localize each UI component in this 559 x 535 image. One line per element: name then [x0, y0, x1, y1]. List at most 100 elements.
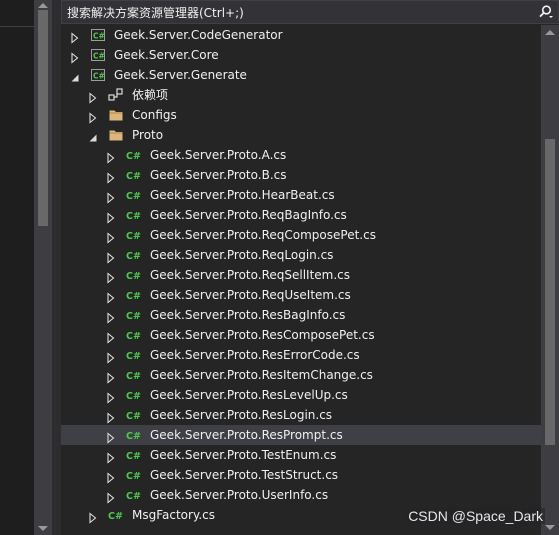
- tree-item[interactable]: C# Geek.Server.Proto.ResComposePet.cs: [61, 325, 541, 345]
- collapsed-arrow-icon[interactable]: [105, 489, 117, 504]
- csharp-file-icon: C#: [126, 387, 142, 403]
- tree-item[interactable]: C# Geek.Server.Proto.TestStruct.cs: [61, 465, 541, 485]
- tree-item[interactable]: C# Geek.Server.Proto.ResPrompt.cs: [61, 425, 541, 445]
- tree-item[interactable]: C# Geek.Server.Proto.HearBeat.cs: [61, 185, 541, 205]
- csharp-project-icon: C#: [90, 67, 106, 83]
- svg-text:C#: C#: [126, 271, 141, 282]
- collapsed-arrow-icon[interactable]: [105, 429, 117, 444]
- scroll-down-arrow-icon[interactable]: [545, 525, 555, 530]
- collapsed-arrow-icon[interactable]: [69, 49, 81, 64]
- svg-text:C#: C#: [126, 231, 141, 242]
- tree-item-label: 依赖项: [132, 88, 169, 102]
- tree-scrollbar[interactable]: [541, 25, 559, 535]
- folder-icon: [108, 107, 124, 123]
- tree-item[interactable]: C# Geek.Server.CodeGenerator: [61, 25, 541, 45]
- scroll-up-arrow-icon[interactable]: [545, 30, 555, 35]
- tree-item[interactable]: C# Geek.Server.Proto.ResItemChange.cs: [61, 365, 541, 385]
- tree-item-label: Proto: [132, 128, 164, 142]
- tree-item-label: Geek.Server.Core: [114, 48, 219, 62]
- scrollbar-thumb[interactable]: [545, 139, 555, 445]
- tree-item-label: Geek.Server.Proto.A.cs: [150, 148, 287, 162]
- csharp-project-icon: C#: [90, 27, 106, 43]
- search-icon[interactable]: [532, 1, 558, 23]
- collapsed-arrow-icon[interactable]: [105, 329, 117, 344]
- tree-item-label: MsgFactory.cs: [132, 508, 216, 522]
- collapsed-arrow-icon[interactable]: [105, 269, 117, 284]
- tree-item[interactable]: C# Geek.Server.Proto.ReqComposePet.cs: [61, 225, 541, 245]
- collapsed-arrow-icon[interactable]: [105, 189, 117, 204]
- tree-item[interactable]: C# Geek.Server.Proto.ResBagInfo.cs: [61, 305, 541, 325]
- svg-text:C#: C#: [126, 471, 141, 482]
- tree-item-label: Geek.Server.Proto.ResLogin.cs: [150, 408, 333, 422]
- collapsed-arrow-icon[interactable]: [105, 149, 117, 164]
- tree-item[interactable]: C# Geek.Server.Core: [61, 45, 541, 65]
- svg-text:C#: C#: [108, 511, 123, 522]
- collapsed-arrow-icon[interactable]: [105, 289, 117, 304]
- tree-item[interactable]: C# Geek.Server.Proto.UserInfo.cs: [61, 485, 541, 505]
- csharp-file-icon: C#: [126, 187, 142, 203]
- collapsed-arrow-icon[interactable]: [87, 509, 99, 524]
- csharp-file-icon: C#: [126, 167, 142, 183]
- csharp-file-icon: C#: [126, 487, 142, 503]
- collapsed-arrow-icon[interactable]: [105, 449, 117, 464]
- tree-item[interactable]: Configs: [61, 105, 541, 125]
- collapsed-arrow-icon[interactable]: [105, 409, 117, 424]
- tree-item[interactable]: C# Geek.Server.Proto.ResErrorCode.cs: [61, 345, 541, 365]
- collapsed-arrow-icon[interactable]: [105, 369, 117, 384]
- collapsed-arrow-icon[interactable]: [105, 389, 117, 404]
- collapsed-arrow-icon[interactable]: [105, 209, 117, 224]
- collapsed-arrow-icon[interactable]: [87, 89, 99, 104]
- tree-item-label: Geek.Server.Proto.ReqLogin.cs: [150, 248, 334, 262]
- collapsed-arrow-icon[interactable]: [105, 229, 117, 244]
- editor-scrollbar[interactable]: [34, 0, 52, 535]
- expanded-arrow-icon[interactable]: [87, 129, 99, 142]
- collapsed-arrow-icon[interactable]: [69, 29, 81, 44]
- csharp-file-icon: C#: [126, 327, 142, 343]
- csharp-file-icon: C#: [126, 247, 142, 263]
- svg-text:C#: C#: [126, 331, 141, 342]
- csharp-file-icon: C#: [126, 447, 142, 463]
- tree-item-label: Geek.Server.Proto.ResLevelUp.cs: [150, 388, 348, 402]
- svg-text:C#: C#: [126, 351, 141, 362]
- tree-item-label: Geek.Server.Proto.ResPrompt.cs: [150, 428, 343, 442]
- expanded-arrow-icon[interactable]: [69, 69, 81, 82]
- scroll-up-arrow-icon[interactable]: [38, 3, 48, 8]
- svg-text:C#: C#: [93, 32, 105, 41]
- collapsed-arrow-icon[interactable]: [87, 109, 99, 124]
- tree-item[interactable]: C# Geek.Server.Generate: [61, 65, 541, 85]
- tree-item[interactable]: C# Geek.Server.Proto.ResLevelUp.cs: [61, 385, 541, 405]
- tree-item-label: Geek.Server.Proto.TestEnum.cs: [150, 448, 337, 462]
- csharp-project-icon: C#: [90, 47, 106, 63]
- svg-text:C#: C#: [126, 291, 141, 302]
- tree-item[interactable]: C# Geek.Server.Proto.A.cs: [61, 145, 541, 165]
- csharp-file-icon: C#: [126, 467, 142, 483]
- tree-item[interactable]: C# Geek.Server.Proto.ReqBagInfo.cs: [61, 205, 541, 225]
- csharp-file-icon: C#: [126, 267, 142, 283]
- tree-item[interactable]: C# Geek.Server.Proto.ReqLogin.cs: [61, 245, 541, 265]
- tree-item[interactable]: C# Geek.Server.Proto.B.cs: [61, 165, 541, 185]
- collapsed-arrow-icon[interactable]: [105, 469, 117, 484]
- collapsed-arrow-icon[interactable]: [105, 249, 117, 264]
- scroll-down-arrow-icon[interactable]: [38, 526, 48, 531]
- tree-item-label: Geek.Server.Proto.HearBeat.cs: [150, 188, 335, 202]
- solution-tree: C# Geek.Server.CodeGenerator C# Geek.Server…: [61, 25, 541, 535]
- panel-splitter[interactable]: [52, 0, 61, 535]
- tree-item[interactable]: 依赖项: [61, 85, 541, 105]
- scrollbar-thumb[interactable]: [38, 10, 48, 226]
- tree-item-label: Geek.Server.Proto.ResErrorCode.cs: [150, 348, 360, 362]
- csharp-file-icon: C#: [108, 507, 124, 523]
- tree-item-label: Geek.Server.Proto.ReqSellItem.cs: [150, 268, 351, 282]
- collapsed-arrow-icon[interactable]: [105, 169, 117, 184]
- search-input[interactable]: 搜索解决方案资源管理器(Ctrl+;): [62, 4, 532, 21]
- tree-item[interactable]: C# Geek.Server.Proto.ResLogin.cs: [61, 405, 541, 425]
- collapsed-arrow-icon[interactable]: [105, 309, 117, 324]
- csharp-file-icon: C#: [126, 427, 142, 443]
- tree-item[interactable]: Proto: [61, 125, 541, 145]
- tree-item[interactable]: C# Geek.Server.Proto.TestEnum.cs: [61, 445, 541, 465]
- collapsed-arrow-icon[interactable]: [105, 349, 117, 364]
- csharp-file-icon: C#: [126, 307, 142, 323]
- tree-item[interactable]: C# Geek.Server.Proto.ReqUseItem.cs: [61, 285, 541, 305]
- svg-text:C#: C#: [126, 171, 141, 182]
- solution-search-box[interactable]: 搜索解决方案资源管理器(Ctrl+;): [61, 0, 559, 24]
- tree-item[interactable]: C# Geek.Server.Proto.ReqSellItem.cs: [61, 265, 541, 285]
